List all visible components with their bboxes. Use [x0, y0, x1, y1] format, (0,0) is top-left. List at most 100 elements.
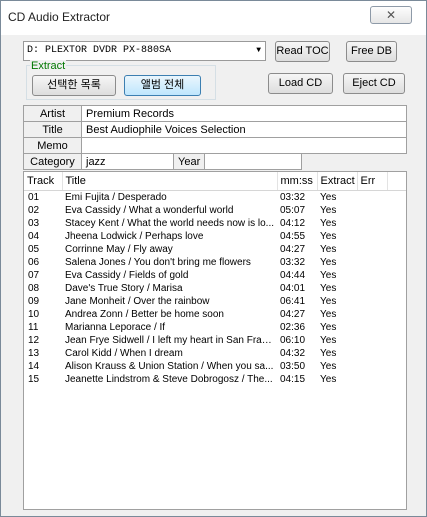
track-row[interactable]: 11 Marianna Leporace / If 02:36 Yes: [24, 321, 406, 334]
year-field[interactable]: [204, 153, 303, 170]
track-row[interactable]: 07 Eva Cassidy / Fields of gold 04:44 Yes: [24, 269, 406, 282]
track-extract: Yes: [320, 308, 337, 320]
column-header-time[interactable]: mm:ss: [277, 172, 318, 191]
track-duration: 06:10: [280, 334, 306, 346]
track-error: [357, 190, 387, 204]
track-extract: Yes: [320, 334, 337, 346]
track-duration: 04:44: [280, 269, 306, 281]
track-number: 14: [28, 360, 40, 372]
track-error: [357, 230, 387, 243]
track-row[interactable]: 04 Jheena Lodwick / Perhaps love 04:55 Yes: [24, 230, 406, 243]
track-list-header: Track Title mm:ss Extract Err: [24, 172, 406, 191]
track-extract: Yes: [320, 269, 337, 281]
track-error: [357, 360, 387, 373]
track-number: 13: [28, 347, 40, 359]
track-row[interactable]: 12 Jean Frye Sidwell / I left my heart in…: [24, 334, 406, 347]
track-error: [357, 204, 387, 217]
track-row[interactable]: 14 Alison Krauss & Union Station / When y…: [24, 360, 406, 373]
track-title: Stacey Kent / What the world needs now i…: [65, 217, 274, 229]
track-error: [357, 373, 387, 386]
track-duration: 04:27: [280, 308, 306, 320]
track-extract: Yes: [320, 321, 337, 333]
memo-field[interactable]: [81, 137, 407, 154]
track-row[interactable]: 09 Jane Monheit / Over the rainbow 06:41 Ye…: [24, 295, 406, 308]
track-title: Carol Kidd / When I dream: [65, 347, 183, 359]
track-extract: Yes: [320, 230, 337, 242]
track-extract: Yes: [320, 204, 337, 216]
track-error: [357, 256, 387, 269]
track-number: 10: [28, 308, 40, 320]
artist-field[interactable]: Premium Records: [81, 105, 407, 122]
extract-selected-button[interactable]: 선택한 목록: [32, 75, 116, 96]
track-extract: Yes: [320, 256, 337, 268]
track-row[interactable]: 13 Carol Kidd / When I dream 04:32 Yes: [24, 347, 406, 360]
title-bar: CD Audio Extractor ✕: [1, 1, 426, 35]
track-duration: 03:32: [280, 191, 306, 203]
track-error: [357, 282, 387, 295]
track-row[interactable]: 08 Dave's True Story / Marisa 04:01 Yes: [24, 282, 406, 295]
track-title: Jane Monheit / Over the rainbow: [65, 295, 210, 307]
track-title: Jean Frye Sidwell / I left my heart in S…: [65, 334, 276, 346]
column-header-title[interactable]: Title: [62, 172, 278, 191]
track-title: Andrea Zonn / Better be home soon: [65, 308, 224, 320]
track-list[interactable]: Track Title mm:ss Extract Err 01 Emi Fuji…: [23, 171, 407, 510]
track-row[interactable]: 02 Eva Cassidy / What a wonderful world 05…: [24, 204, 406, 217]
load-cd-button[interactable]: Load CD: [268, 73, 333, 94]
extract-album-button[interactable]: 앨범 전체: [124, 75, 201, 96]
free-db-button[interactable]: Free DB: [346, 41, 397, 62]
track-error: [357, 321, 387, 334]
track-extract: Yes: [320, 373, 337, 385]
track-title: Salena Jones / You don't bring me flower…: [65, 256, 251, 268]
category-label: Category: [23, 153, 82, 170]
close-icon[interactable]: ✕: [370, 6, 412, 24]
extract-group-label: Extract: [30, 60, 67, 72]
track-error: [357, 217, 387, 230]
track-error: [357, 347, 387, 360]
read-toc-button[interactable]: Read TOC: [275, 41, 330, 62]
track-title: Marianna Leporace / If: [65, 321, 166, 333]
track-title: Jheena Lodwick / Perhaps love: [65, 230, 204, 242]
title-field[interactable]: Best Audiophile Voices Selection: [81, 121, 407, 138]
track-extract: Yes: [320, 347, 337, 359]
track-number: 12: [28, 334, 40, 346]
track-extract: Yes: [320, 217, 337, 229]
track-number: 01: [28, 191, 40, 203]
track-number: 09: [28, 295, 40, 307]
track-title: Eva Cassidy / Fields of gold: [65, 269, 189, 281]
memo-label: Memo: [23, 137, 82, 154]
column-header-err[interactable]: Err: [357, 172, 388, 191]
app-window: CD Audio Extractor ✕ D: PLEXTOR DVDR PX-…: [0, 0, 427, 517]
track-duration: 04:12: [280, 217, 306, 229]
track-duration: 03:50: [280, 360, 306, 372]
track-extract: Yes: [320, 360, 337, 372]
track-extract: Yes: [320, 282, 337, 294]
dropdown-arrow-icon[interactable]: ▼: [256, 42, 261, 60]
track-row[interactable]: 03 Stacey Kent / What the world needs now…: [24, 217, 406, 230]
album-info: Artist Premium Records Title Best Audiop…: [23, 105, 407, 170]
track-row[interactable]: 10 Andrea Zonn / Better be home soon 04:27…: [24, 308, 406, 321]
track-error: [357, 308, 387, 321]
track-row[interactable]: 01 Emi Fujita / Desperado 03:32 Yes: [24, 190, 406, 204]
track-number: 02: [28, 204, 40, 216]
track-title: Jeanette Lindstrom & Steve Dobrogosz / T…: [65, 373, 273, 385]
eject-cd-button[interactable]: Eject CD: [343, 73, 405, 94]
track-row[interactable]: 15 Jeanette Lindstrom & Steve Dobrogosz /…: [24, 373, 406, 386]
track-number: 15: [28, 373, 40, 385]
window-title: CD Audio Extractor: [8, 10, 111, 24]
track-error: [357, 295, 387, 308]
track-duration: 04:55: [280, 230, 306, 242]
column-header-extract[interactable]: Extract: [317, 172, 358, 191]
drive-select[interactable]: D: PLEXTOR DVDR PX-880SA ▼: [23, 41, 266, 61]
track-duration: 04:15: [280, 373, 306, 385]
track-number: 05: [28, 243, 40, 255]
track-row[interactable]: 05 Corrinne May / Fly away 04:27 Yes: [24, 243, 406, 256]
track-number: 06: [28, 256, 40, 268]
track-row[interactable]: 06 Salena Jones / You don't bring me flow…: [24, 256, 406, 269]
track-error: [357, 334, 387, 347]
track-title: Eva Cassidy / What a wonderful world: [65, 204, 234, 216]
column-header-track[interactable]: Track: [24, 172, 63, 191]
track-title: Corrinne May / Fly away: [65, 243, 173, 255]
drive-select-value: D: PLEXTOR DVDR PX-880SA: [27, 45, 172, 56]
category-field[interactable]: jazz: [81, 153, 174, 170]
track-title: Emi Fujita / Desperado: [65, 191, 167, 203]
